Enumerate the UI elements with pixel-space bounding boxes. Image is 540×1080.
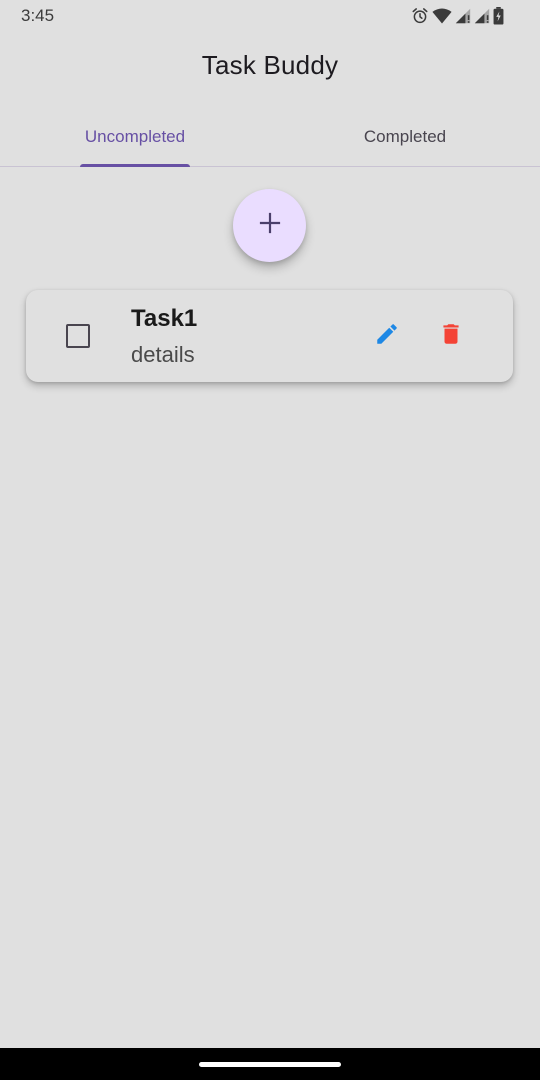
battery-charging-icon: [493, 7, 504, 25]
tab-label: Completed: [363, 127, 447, 146]
wifi-icon: [432, 7, 452, 25]
navigation-bar: [0, 1048, 540, 1080]
tab-indicator: [80, 164, 190, 167]
status-bar: 3:45: [0, 0, 540, 32]
tab-uncompleted[interactable]: Uncompleted: [0, 108, 270, 166]
edit-task-button[interactable]: [371, 320, 403, 352]
tab-label: Uncompleted: [84, 127, 186, 146]
add-task-button[interactable]: [233, 189, 306, 262]
home-indicator[interactable]: [199, 1062, 341, 1067]
delete-task-button[interactable]: [435, 320, 467, 352]
trash-icon: [438, 321, 464, 352]
status-time: 3:45: [21, 6, 55, 25]
plus-icon: [259, 212, 281, 239]
app-title: Task Buddy: [201, 50, 339, 80]
task-checkbox[interactable]: [66, 324, 90, 348]
signal-icon: [474, 8, 490, 24]
pencil-icon: [374, 321, 400, 352]
tab-bar: Uncompleted Completed: [0, 108, 540, 167]
signal-icon: [455, 8, 471, 24]
task-title: Task1: [131, 305, 198, 332]
task-details: details: [131, 342, 195, 367]
alarm-icon: [411, 7, 429, 25]
task-card: Task1 details: [26, 290, 513, 382]
tab-completed[interactable]: Completed: [270, 108, 540, 166]
status-icons: [411, 6, 504, 26]
